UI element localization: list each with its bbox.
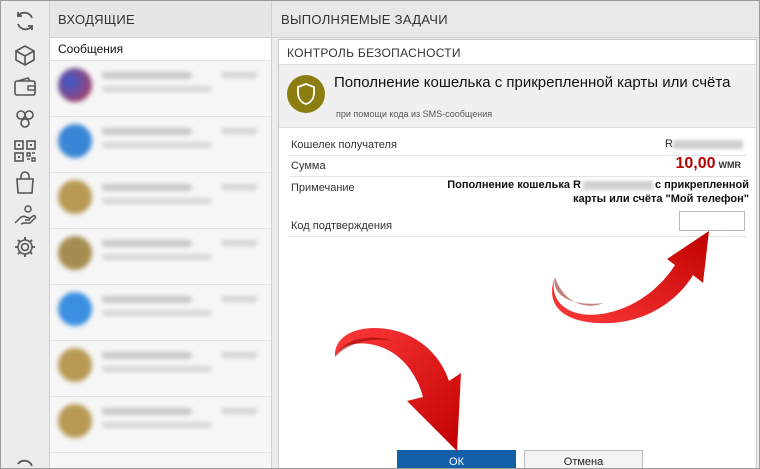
avatar [58,124,92,158]
avatar [58,292,92,326]
list-item[interactable] [50,396,271,453]
bag-icon[interactable] [11,169,39,197]
list-item[interactable] [50,340,271,397]
app-window: ВХОДЯЩИЕ Сообщения ВЫПОЛНЯЕМЫЕ ЗАДАЧИ КО… [0,0,760,469]
list-item[interactable] [50,228,271,285]
avatar [58,68,92,102]
list-item[interactable] [50,284,271,341]
hand-icon[interactable] [11,201,39,229]
tasks-header: ВЫПОЛНЯЕМЫЕ ЗАДАЧИ [272,1,759,38]
dialog-heading: Пополнение кошелька с прикрепленной карт… [334,74,731,91]
box-icon[interactable] [11,41,39,69]
avatar [58,180,92,214]
amount-value: 10,00 WMR [675,155,742,172]
qr-code-icon[interactable] [11,137,39,165]
recipient-row: Кошелек получателя R [289,135,747,156]
arrow-to-code-field-icon [552,231,709,324]
inbox-header: ВХОДЯЩИЕ [50,1,271,38]
note-label: Примечание [291,182,355,194]
dialog-title: КОНТРОЛЬ БЕЗОПАСНОСТИ [287,46,461,60]
cancel-button[interactable]: Отмена [524,450,643,468]
gear-icon[interactable] [11,233,39,261]
list-item[interactable] [50,172,271,229]
recipient-label: Кошелек получателя [291,139,397,151]
messages-subheader[interactable]: Сообщения [50,38,271,61]
inbox-panel: ВХОДЯЩИЕ Сообщения [50,1,272,468]
wallet-icon[interactable] [11,73,39,101]
avatar [58,348,92,382]
sync-icon[interactable] [11,7,39,35]
people-icon[interactable] [11,105,39,133]
sync-icon[interactable] [11,455,39,468]
recipient-value: R [665,138,743,150]
icon-rail [1,1,50,468]
shield-icon [287,75,325,113]
dialog-header: Пополнение кошелька с прикрепленной карт… [279,64,756,128]
list-item[interactable] [50,60,271,117]
avatar [58,404,92,438]
amount-row: Сумма 10,00 WMR [289,155,747,177]
code-label: Код подтверждения [291,220,393,232]
avatar [58,236,92,270]
list-item[interactable] [50,116,271,173]
amount-label: Сумма [291,160,326,172]
dialog-subheading: при помощи кода из SMS-сообщения [336,109,493,119]
currency-label: WMR [718,160,742,170]
arrow-to-ok-button-icon [334,327,461,451]
note-value: Пополнение кошелька Rс прикрепленной кар… [447,179,749,205]
